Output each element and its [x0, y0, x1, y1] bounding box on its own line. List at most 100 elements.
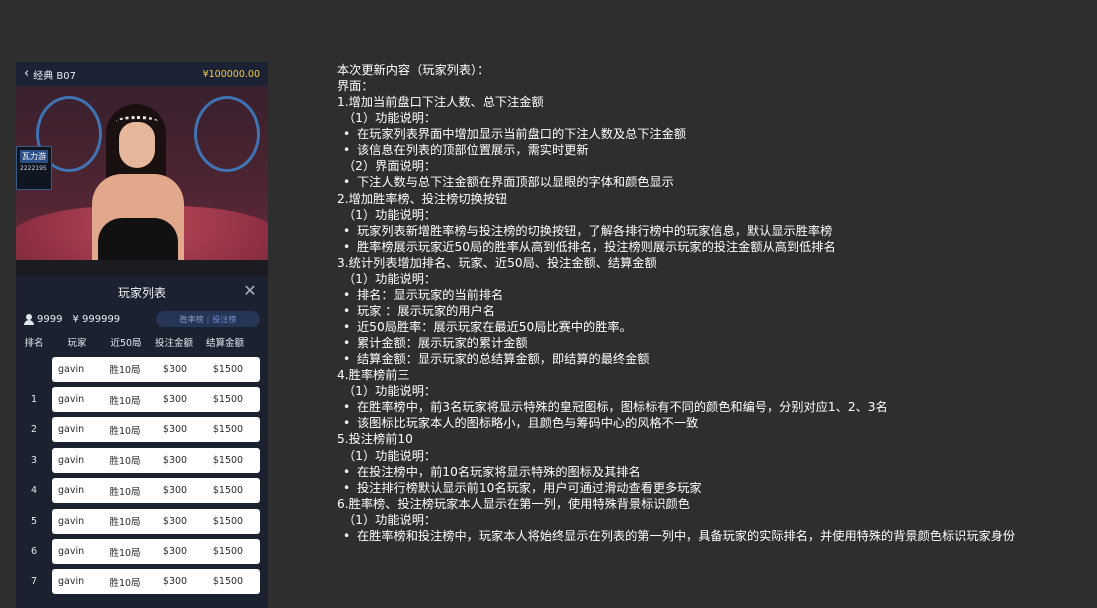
table-row[interactable]: 7 gavin 胜10局 $300 $1500	[16, 567, 268, 597]
row-settle: $1500	[212, 515, 244, 527]
note-bullet: 该图标比玩家本人的图标略小，且颜色与筹码中心的风格不一致	[337, 415, 1087, 431]
studio-light	[194, 96, 260, 172]
panel-header: 玩家列表 ✕	[16, 276, 268, 308]
row-settle: $1500	[212, 485, 244, 497]
row-cells: gavin 胜10局 $300 $1500	[52, 447, 260, 473]
note-heading: 本次更新内容（玩家列表）：	[337, 63, 490, 77]
row-player: gavin	[58, 394, 85, 406]
note-bullet: 累计金额：展示玩家的累计金额	[337, 335, 1087, 351]
row-player: gavin	[58, 576, 85, 588]
row-player: gavin	[58, 363, 85, 375]
phone-mockup: ‹ 经典 B07 ¥100000.00 瓦力游 2222195 玩家列表 ✕ 9…	[16, 62, 268, 608]
note-bullet: 玩家 ：展示玩家的用户名	[337, 303, 1087, 319]
row-settle: $1500	[212, 363, 244, 375]
dealer-card-title: 瓦力游	[20, 150, 48, 163]
col-recent: 近50局	[110, 338, 142, 349]
row-settle: $1500	[212, 576, 244, 588]
col-settle: 结算金额	[205, 338, 244, 349]
update-notes: 本次更新内容（玩家列表）： 界面： 1.增加当前盘口下注人数、总下注金额 （1）功能说…	[337, 62, 1087, 544]
table-row[interactable]: 2 gavin 胜10局 $300 $1500	[16, 415, 268, 445]
note-subheading: （1）功能说明：	[343, 512, 437, 527]
row-recent: 胜10局	[109, 577, 141, 589]
note-subheading: （1）功能说明：	[343, 207, 437, 222]
row-settle: $1500	[212, 424, 244, 436]
note-subheading: （1）功能说明：	[343, 448, 437, 463]
note-bullet: 在玩家列表界面中增加显示当前盘口的下注人数及总下注金额	[337, 126, 1087, 142]
row-settle: $1500	[212, 394, 244, 406]
note-bullet: 近50局胜率：展示玩家在最近50局比赛中的胜率。	[337, 319, 1087, 335]
row-settle: $1500	[212, 546, 244, 558]
row-player: gavin	[58, 424, 85, 436]
note-heading: 2.增加胜率榜、投注榜切换按钮	[337, 191, 508, 206]
row-rank: 3	[30, 454, 38, 466]
row-bet: $300	[162, 363, 188, 375]
row-recent: 胜10局	[109, 486, 141, 498]
col-rank: 排名	[24, 338, 44, 349]
note-bullet: 结算金额：显示玩家的总结算金额，即结算的最终金额	[337, 351, 1087, 367]
row-bet: $300	[162, 576, 188, 588]
close-icon[interactable]: ✕	[242, 283, 258, 299]
row-player: gavin	[58, 485, 85, 497]
room-title: 经典 B07	[33, 70, 76, 82]
note-bullet: 在胜率榜中，前3名玩家将显示特殊的皇冠图标，图标标有不同的颜色和编号，分别对应1…	[337, 399, 1087, 415]
row-rank: 4	[30, 485, 38, 497]
balance-display: ¥100000.00	[202, 68, 260, 80]
tab-bet-rank[interactable]: 投注榜	[212, 314, 236, 325]
note-heading: 4.胜率榜前三	[337, 368, 410, 383]
player-count: 9999	[24, 314, 62, 325]
col-player: 玩家	[67, 338, 87, 349]
row-bet: $300	[162, 424, 188, 436]
table-row[interactable]: gavin 胜10局 $300 $1500	[16, 354, 268, 384]
note-heading: 1.增加当前盘口下注人数、总下注金额	[337, 95, 544, 110]
people-icon	[24, 314, 34, 325]
row-cells: gavin 胜10局 $300 $1500	[52, 478, 260, 504]
note-bullet: 下注人数与总下注金额在界面顶部以显眼的字体和颜色显示	[337, 174, 1087, 190]
row-rank: 5	[30, 515, 38, 527]
note-subheading: （1）功能说明：	[343, 384, 437, 399]
note-subheading: （1）功能说明：	[343, 111, 437, 126]
note-bullet: 在胜率榜和投注榜中，玩家本人将始终显示在列表的第一列中，具备玩家的实际排名，并使…	[337, 528, 1087, 544]
chevron-left-icon: ‹	[24, 66, 30, 81]
row-recent: 胜10局	[109, 547, 141, 559]
table-row[interactable]: 6 gavin 胜10局 $300 $1500	[16, 536, 268, 566]
ranking-toggle[interactable]: 胜率榜 | 投注榜	[156, 311, 260, 327]
dealer-card-id: 2222195	[20, 165, 47, 172]
row-recent: 胜10局	[109, 425, 141, 437]
row-cells: gavin 胜10局 $300 $1500	[52, 387, 260, 413]
player-rows: gavin 胜10局 $300 $1500 1 gavin 胜10局 $300 …	[16, 354, 268, 597]
row-recent: 胜10局	[109, 395, 141, 407]
stats-bar: 9999 ¥ 999999 胜率榜 | 投注榜	[16, 308, 268, 330]
row-cells: gavin 胜10局 $300 $1500	[52, 417, 260, 443]
live-video: 瓦力游 2222195	[16, 86, 268, 276]
row-bet: $300	[162, 546, 188, 558]
table-row[interactable]: 1 gavin 胜10局 $300 $1500	[16, 384, 268, 414]
toggle-separator: |	[206, 314, 210, 324]
note-heading: 6.胜率榜、投注榜玩家本人显示在第一列，使用特殊背景标识颜色	[337, 496, 690, 511]
row-recent: 胜10局	[109, 517, 141, 529]
row-player: gavin	[58, 454, 85, 466]
dealer-card: 瓦力游 2222195	[16, 146, 52, 190]
row-recent: 胜10局	[109, 456, 141, 468]
note-subheading: （2）界面说明：	[343, 159, 437, 174]
note-bullet: 该信息在列表的顶部位置展示，需实时更新	[337, 142, 1087, 158]
total-bet-value: ¥ 999999	[72, 313, 121, 325]
panel-title: 玩家列表	[117, 285, 166, 300]
row-settle: $1500	[212, 454, 244, 466]
note-bullet: 排名：显示玩家的当前排名	[337, 287, 1087, 303]
row-cells: gavin 胜10局 $300 $1500	[52, 539, 260, 565]
table-row[interactable]: 5 gavin 胜10局 $300 $1500	[16, 506, 268, 536]
player-count-value: 9999	[37, 313, 63, 325]
row-rank: 2	[30, 424, 38, 436]
row-bet: $300	[162, 515, 188, 527]
row-bet: $300	[162, 454, 188, 466]
back-button[interactable]: ‹ 经典 B07	[24, 67, 76, 82]
note-bullet: 玩家列表新增胜率榜与投注榜的切换按钮，了解各排行榜中的玩家信息，默认显示胜率榜	[337, 223, 1087, 239]
row-rank: 7	[30, 576, 38, 588]
note-bullet: 在投注榜中，前10名玩家将显示特殊的图标及其排名	[337, 464, 1087, 480]
table-header: 排名 玩家 近50局 投注金额 结算金额	[16, 330, 268, 354]
video-bottom-strip	[16, 260, 268, 276]
table-row[interactable]: 4 gavin 胜10局 $300 $1500	[16, 476, 268, 506]
tab-win-rate[interactable]: 胜率榜	[180, 314, 204, 325]
row-bet: $300	[162, 485, 188, 497]
table-row[interactable]: 3 gavin 胜10局 $300 $1500	[16, 445, 268, 475]
